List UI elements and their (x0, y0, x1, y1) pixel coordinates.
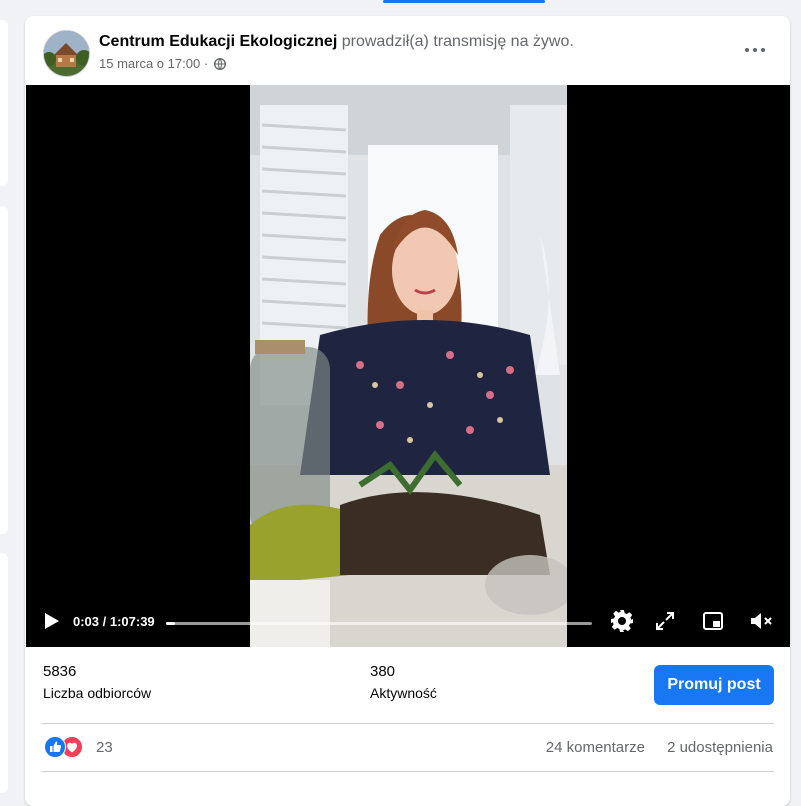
post-insights: 5836 Liczba odbiorców 380 Aktywność Prom… (25, 647, 790, 723)
volume-muted-icon[interactable] (748, 609, 772, 633)
video-controls: 0:03 / 1:07:39 (26, 597, 790, 647)
comments-count-link[interactable]: 24 komentarze (546, 739, 645, 756)
more-options-icon[interactable] (744, 40, 768, 60)
reach-label: Liczba odbiorców (43, 685, 152, 701)
video-progress-bar[interactable] (166, 622, 592, 625)
reactions-bar: 23 24 komentarze 2 udostępnienia (25, 726, 790, 768)
promote-post-button[interactable]: Promuj post (654, 665, 774, 705)
left-panel-edge (0, 206, 8, 534)
post-date[interactable]: 15 marca o 17:00 (99, 56, 200, 71)
engagement-stat[interactable]: 380 Aktywność (370, 663, 437, 701)
video-frame (250, 85, 567, 647)
post-action-text: prowadził(a) transmisję na żywo. (341, 33, 574, 50)
top-tab-indicator (383, 0, 545, 3)
picture-in-picture-icon[interactable] (701, 609, 725, 633)
fullscreen-icon[interactable] (653, 609, 677, 633)
settings-icon[interactable] (610, 609, 634, 633)
post-meta: 15 marca o 17:00 · (99, 56, 226, 73)
left-panel-edge (0, 553, 8, 793)
post-card: Centrum Edukacji Ekologicznej prowadził(… (25, 16, 790, 806)
reach-value: 5836 (43, 663, 77, 680)
reach-stat[interactable]: 5836 Liczba odbiorców (43, 663, 151, 701)
engagement-value: 380 (370, 663, 396, 680)
post-header: Centrum Edukacji Ekologicznej prowadził(… (25, 16, 790, 84)
reaction-icons[interactable] (44, 736, 90, 758)
left-panel-edge (0, 20, 8, 186)
page-name-link[interactable]: Centrum Edukacji Ekologicznej (99, 33, 337, 50)
video-time: 0:03 / 1:07:39 (73, 614, 155, 629)
post-title-line: Centrum Edukacji Ekologicznej prowadził(… (99, 33, 574, 51)
like-icon (44, 736, 66, 758)
divider (41, 771, 774, 772)
meta-separator: · (203, 56, 209, 71)
video-player[interactable]: 0:03 / 1:07:39 (26, 85, 790, 647)
reaction-count[interactable]: 23 (96, 739, 113, 756)
engagement-label: Aktywność (370, 685, 437, 701)
video-progress-fill (166, 622, 175, 625)
globe-icon[interactable] (213, 57, 226, 73)
divider (41, 723, 774, 724)
shares-count-link[interactable]: 2 udostępnienia (667, 739, 773, 756)
top-strip (0, 0, 801, 14)
page-avatar[interactable] (43, 30, 90, 77)
play-icon[interactable] (43, 611, 61, 636)
